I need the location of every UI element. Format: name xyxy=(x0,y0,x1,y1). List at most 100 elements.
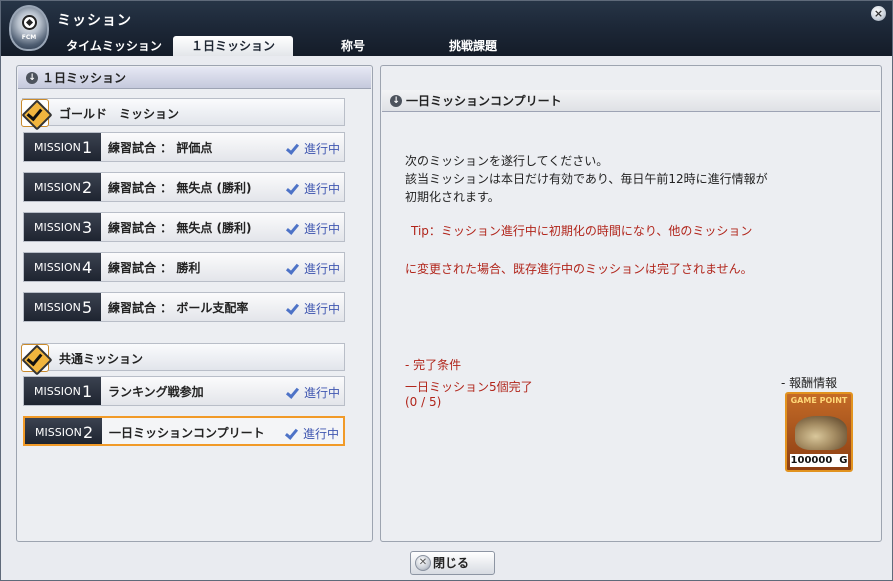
check-icon xyxy=(285,301,300,315)
condition-text: 一日ミッション5個完了 xyxy=(405,380,533,394)
status-text: 進行中 xyxy=(303,262,340,276)
status-text: 進行中 xyxy=(303,142,340,156)
mission-prefix: MISSION xyxy=(34,221,81,234)
reward-amount: 100000 G xyxy=(790,454,848,467)
check-icon xyxy=(285,261,300,275)
tip-text-line1: Tip：ミッション進行中に初期化の時間になり、他のミッション xyxy=(411,224,753,238)
checkmark-badge-icon xyxy=(21,344,49,372)
mission-number: 1 xyxy=(82,382,93,401)
condition-label: - 完了条件 xyxy=(405,358,462,372)
mission-number: 2 xyxy=(83,423,94,442)
mission-row[interactable]: MISSION 3 練習試合 ： 無失点 (勝利) 進行中 xyxy=(23,212,345,242)
mission-number: 3 xyxy=(82,218,93,237)
mission-name: 練習試合 ： 勝利 xyxy=(108,261,201,275)
tab-time-mission[interactable]: タイムミッション xyxy=(56,36,172,56)
close-button[interactable]: ✕ 閉じる xyxy=(410,551,495,575)
mission-status: 進行中 xyxy=(285,180,340,197)
mission-status: 進行中 xyxy=(285,384,340,401)
mission-tag: MISSION 5 xyxy=(24,293,101,321)
condition-detail: 一日ミッション5個完了 (0 / 5) xyxy=(405,380,533,410)
mission-prefix: MISSION xyxy=(35,426,82,439)
mission-name: 練習試合 ： ボール支配率 xyxy=(108,301,249,315)
mission-prefix: MISSION xyxy=(34,301,81,314)
mission-tag: MISSION 1 xyxy=(24,133,101,161)
mission-row[interactable]: MISSION 1 練習試合 ： 評価点 進行中 xyxy=(23,132,345,162)
title-bar: FCM ミッション × タイムミッション １日ミッション 称号 挑戦課題 xyxy=(1,1,892,56)
soccer-ball-icon xyxy=(22,15,37,30)
mission-prefix: MISSION xyxy=(34,261,81,274)
daily-mission-list-panel: ↓ １日ミッション ゴールド ミッション MISSION 1 練習試合 ： 評価点… xyxy=(16,65,373,542)
reward-unit: G xyxy=(839,455,848,466)
description-line: 次のミッションを遂行してください。 xyxy=(405,154,609,168)
tab-daily-mission[interactable]: １日ミッション xyxy=(173,36,293,56)
down-arrow-circle-icon: ↓ xyxy=(390,95,402,107)
section-title: ゴールド ミッション xyxy=(59,107,180,121)
mission-name: ランキング戦参加 xyxy=(108,385,204,399)
mission-status: 進行中 xyxy=(285,300,340,317)
mission-detail-panel: ↓ 一日ミッションコンプリート 次のミッションを遂行してください。 該当ミッショ… xyxy=(380,65,882,542)
mission-row[interactable]: MISSION 4 練習試合 ： 勝利 進行中 xyxy=(23,252,345,282)
down-arrow-circle-icon: ↓ xyxy=(26,72,38,84)
left-panel-header: ↓ １日ミッション xyxy=(18,67,371,89)
logo-text: FCM xyxy=(21,34,37,41)
mission-prefix: MISSION xyxy=(34,141,81,154)
coins-icon xyxy=(795,416,847,450)
reward-label: - 報酬情報 xyxy=(781,376,838,390)
mission-number: 5 xyxy=(82,298,93,317)
mission-tag: MISSION 2 xyxy=(24,173,101,201)
mission-prefix: MISSION xyxy=(34,385,81,398)
mission-name: 練習試合 ： 評価点 xyxy=(108,141,213,155)
mission-number: 4 xyxy=(82,258,93,277)
check-icon xyxy=(284,426,299,440)
mission-tag: MISSION 2 xyxy=(25,418,102,444)
check-icon xyxy=(285,221,300,235)
check-icon xyxy=(285,385,300,399)
description-line: 該当ミッションは本日だけ有効であり、毎日午前12時に進行情報が xyxy=(405,172,768,186)
mission-row[interactable]: MISSION 5 練習試合 ： ボール支配率 進行中 xyxy=(23,292,345,322)
status-text: 進行中 xyxy=(303,222,340,236)
mission-description: 次のミッションを遂行してください。 該当ミッションは本日だけ有効であり、毎日午前… xyxy=(405,152,875,206)
mission-number: 2 xyxy=(82,178,93,197)
section-title: 共通ミッション xyxy=(59,352,144,366)
mission-status: 進行中 xyxy=(284,425,339,442)
window-title: ミッション xyxy=(57,13,132,29)
close-icon: ✕ xyxy=(415,555,431,571)
description-line: 初期化されます。 xyxy=(405,190,500,204)
mission-status: 進行中 xyxy=(285,260,340,277)
common-mission-section: 共通ミッション xyxy=(21,343,345,372)
mission-prefix: MISSION xyxy=(34,181,81,194)
tab-challenge[interactable]: 挑戦課題 xyxy=(428,36,518,56)
game-point-reward-icon: GAME POINT 100000 G xyxy=(785,392,853,472)
checkmark-badge-icon xyxy=(21,99,49,127)
check-icon xyxy=(285,141,300,155)
tab-titles[interactable]: 称号 xyxy=(318,36,388,56)
mission-name: 練習試合 ： 無失点 (勝利) xyxy=(108,221,252,235)
tip-text-line2: に変更された場合、既存進行中のミッションは完了されません。 xyxy=(405,262,753,276)
reward-badge-text: GAME POINT xyxy=(790,396,848,405)
status-text: 進行中 xyxy=(302,427,339,441)
mission-tag: MISSION 3 xyxy=(24,213,101,241)
status-text: 進行中 xyxy=(303,182,340,196)
mission-window: FCM ミッション × タイムミッション １日ミッション 称号 挑戦課題 ↓ １… xyxy=(0,0,893,581)
status-text: 進行中 xyxy=(303,386,340,400)
gold-mission-section: ゴールド ミッション xyxy=(21,98,345,127)
mission-row[interactable]: MISSION 2 練習試合 ： 無失点 (勝利) 進行中 xyxy=(23,172,345,202)
mission-tag: MISSION 4 xyxy=(24,253,101,281)
detail-header: ↓ 一日ミッションコンプリート xyxy=(382,90,880,112)
left-panel-title: １日ミッション xyxy=(42,71,127,85)
close-icon[interactable]: × xyxy=(871,6,886,21)
club-logo-icon: FCM xyxy=(9,5,49,51)
mission-name: 一日ミッションコンプリート xyxy=(109,426,265,440)
mission-row[interactable]: MISSION 1 ランキング戦参加 進行中 xyxy=(23,376,345,406)
status-text: 進行中 xyxy=(303,302,340,316)
mission-status: 進行中 xyxy=(285,220,340,237)
detail-title: 一日ミッションコンプリート xyxy=(406,94,562,108)
mission-name: 練習試合 ： 無失点 (勝利) xyxy=(108,181,252,195)
mission-tag: MISSION 1 xyxy=(24,377,101,405)
reward-amount-value: 100000 xyxy=(790,455,833,466)
mission-status: 進行中 xyxy=(285,140,340,157)
condition-progress: (0 / 5) xyxy=(405,395,442,409)
mission-row-selected[interactable]: MISSION 2 一日ミッションコンプリート 進行中 xyxy=(23,416,345,446)
mission-number: 1 xyxy=(82,138,93,157)
close-button-label: 閉じる xyxy=(433,556,470,570)
